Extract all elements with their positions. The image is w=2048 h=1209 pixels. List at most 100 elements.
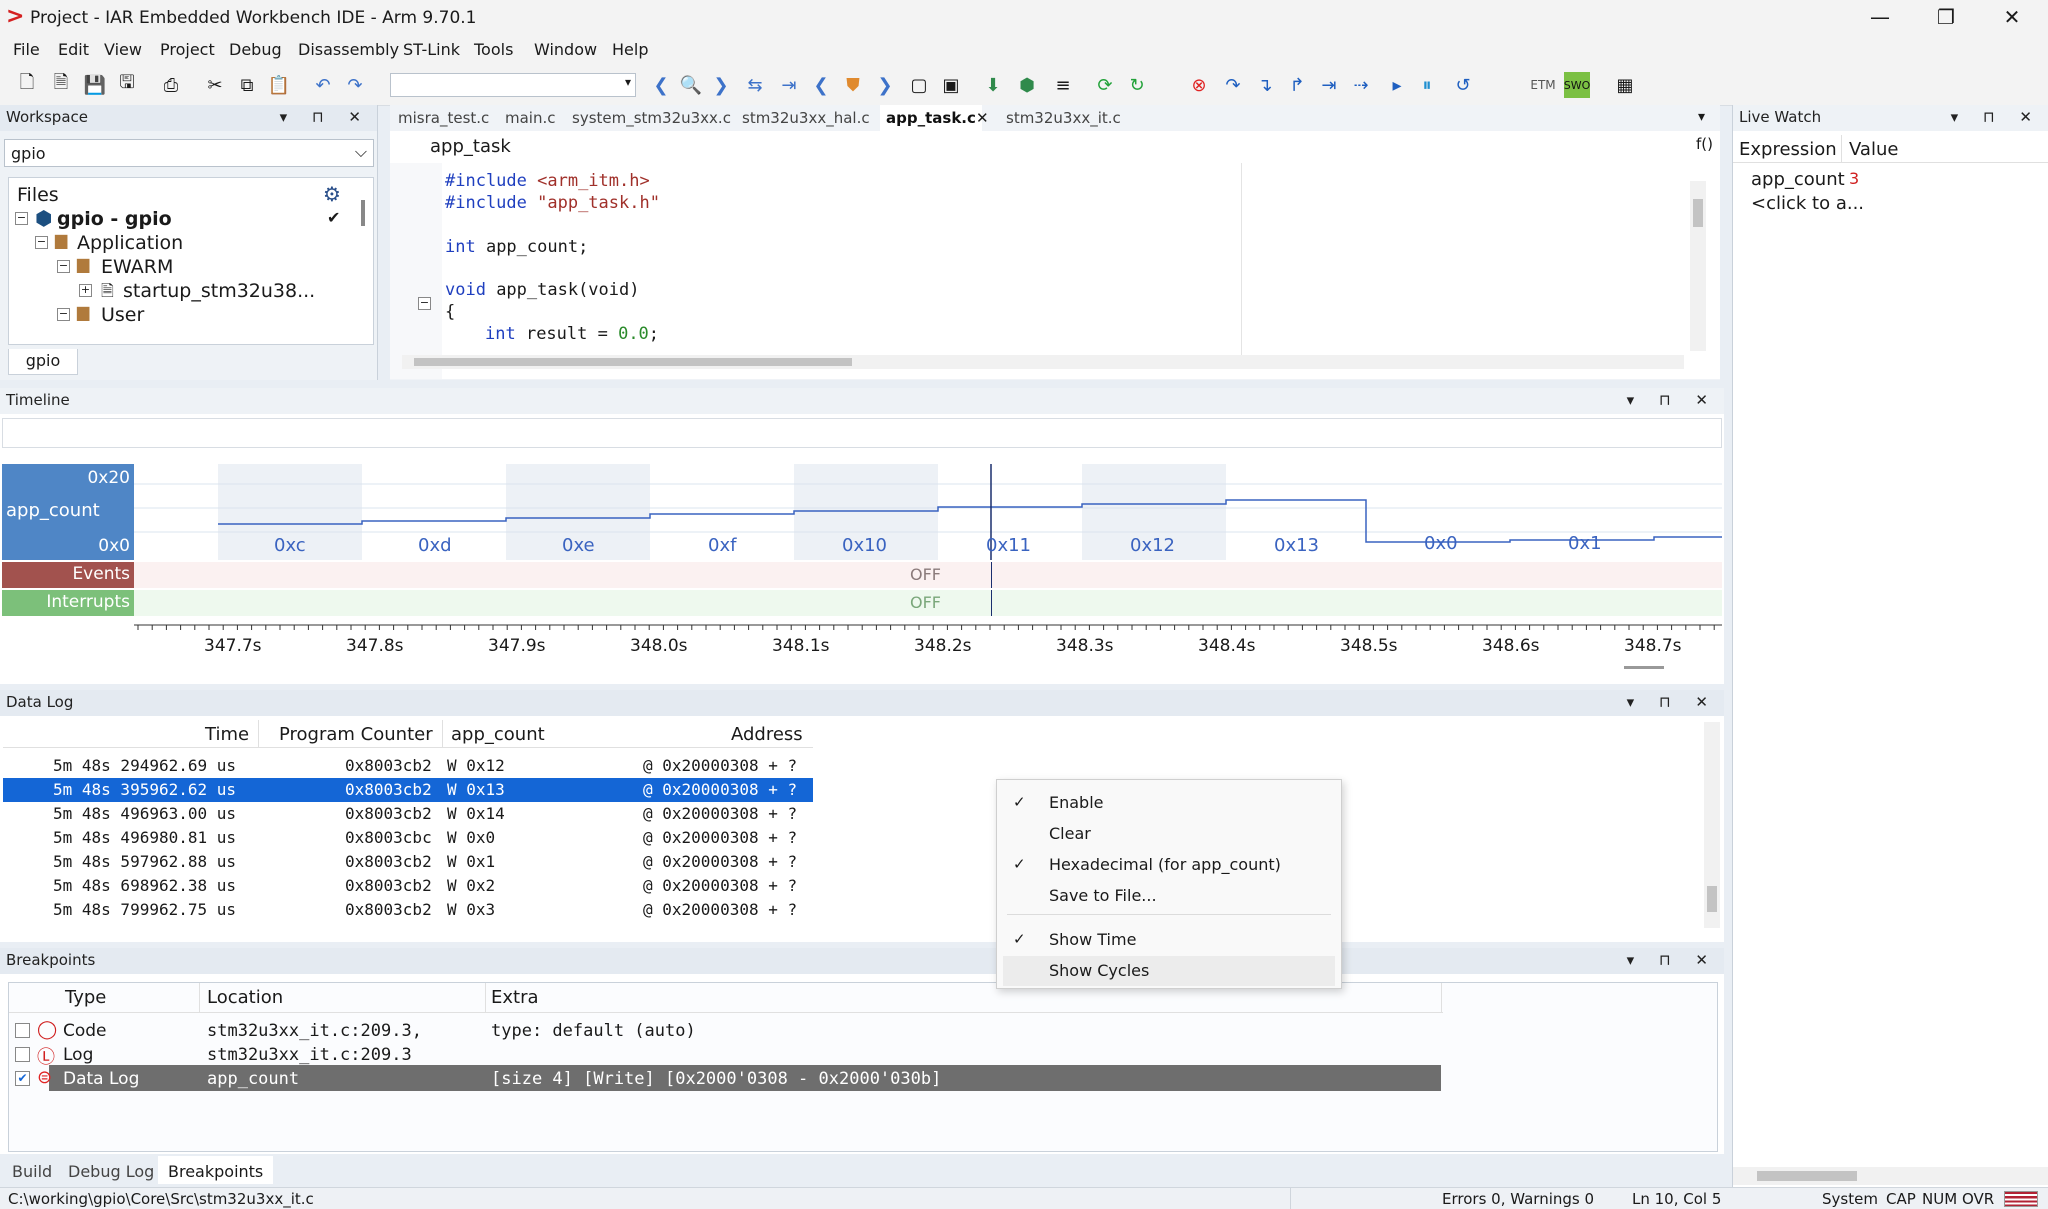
bookmark-icon[interactable]: ⛊ [840,72,866,98]
menu-item-show-cycles[interactable]: Show Cycles [1003,956,1335,986]
replace-icon[interactable]: ⇆ [742,72,768,98]
breakpoint-checkbox[interactable] [15,1047,30,1062]
watch-expr[interactable]: app_count [1751,169,1845,190]
menu-item-hexadecimal[interactable]: ✓ Hexadecimal (for app_count) [997,850,1341,880]
interrupts-lane[interactable]: OFF [134,590,1722,616]
tab-list-icon[interactable]: ▾ [1698,109,1705,125]
bp-type[interactable]: Code [63,1021,107,1045]
horizontal-scrollbar[interactable] [1733,1167,2048,1185]
menu-tools[interactable]: Tools [474,40,513,59]
data-log-row[interactable]: 5m 48s 597962.88 us 0x8003cb2 W 0x1 @ 0x200… [3,850,813,874]
horizontal-scrollbar[interactable] [402,355,1684,369]
copy-icon[interactable]: ⧉ [234,72,260,98]
make-icon[interactable]: ▣ [938,72,964,98]
download-debug-icon[interactable]: ⬢ [1014,72,1040,98]
list-icon[interactable]: ≡ [1050,72,1076,98]
instruction-step-icon[interactable]: ↺ [1450,72,1476,98]
prev-bookmark-icon[interactable]: ❮ [808,72,834,98]
paste-icon[interactable]: 📋 [266,72,292,98]
panel-controls-icon[interactable]: ▾ ⊓ ✕ [280,105,371,129]
stop-icon[interactable]: ⊗ [1186,72,1212,98]
compile-icon[interactable]: ▢ [906,72,932,98]
events-lane[interactable]: OFF [134,562,1722,588]
tab-gpio[interactable]: gpio [8,349,78,375]
reset-icon[interactable]: ⟳ [1092,72,1118,98]
tab-build[interactable]: Build [12,1162,52,1181]
panel-controls-icon[interactable]: ▾ ⊓ ✕ [1951,105,2042,129]
restart-icon[interactable]: ↻ [1124,72,1150,98]
step-over-icon[interactable]: ↷ [1220,72,1246,98]
step-into-icon[interactable]: ↴ [1252,72,1278,98]
menu-disassembly[interactable]: Disassembly [298,40,399,59]
signal-graph[interactable] [134,464,1722,560]
tab-stm32u3xx-hal[interactable]: stm32u3xx_hal.c [742,109,870,127]
menu-st-link[interactable]: ST-Link [403,40,460,59]
panel-controls-icon[interactable]: ▾ ⊓ ✕ [1627,388,1718,412]
breakpoint-checkbox[interactable] [15,1023,30,1038]
code-area[interactable]: − #include <arm_itm.h> #include "app_tas… [390,163,1720,379]
tree-item-user[interactable]: User [101,304,144,326]
menu-help[interactable]: Help [612,40,648,59]
print-icon[interactable]: ⎙ [158,72,184,98]
new-file-icon[interactable]: 🗋 [14,72,40,98]
tree-item-project[interactable]: gpio - gpio [57,208,172,230]
break-icon[interactable]: ⏸ [1414,72,1440,98]
redo-icon[interactable]: ↷ [342,72,368,98]
tab-app-task[interactable]: app_task.c [880,105,982,131]
col-location[interactable]: Location [207,987,283,1008]
new-document-icon[interactable]: 🗎 [48,72,74,98]
scroll-thumb[interactable] [414,358,852,366]
save-all-icon[interactable]: 🖫 [114,72,140,98]
collapse-icon[interactable]: − [57,260,70,273]
scroll-thumb[interactable] [1757,1171,1857,1181]
close-tab-icon[interactable]: ✕ [976,109,989,127]
col-extra[interactable]: Extra [491,987,539,1008]
col-expression[interactable]: Expression [1739,139,1837,160]
collapse-icon[interactable]: − [15,212,28,225]
data-log-row[interactable]: 5m 48s 294962.69 us 0x8003cb2 W 0x12 @ 0x20… [3,754,813,778]
tab-breakpoints[interactable]: Breakpoints [158,1156,274,1184]
watch-add-row[interactable]: <click to a... [1751,193,1864,214]
tab-misra-test[interactable]: misra_test.c [398,109,489,127]
tree-item-startup[interactable]: startup_stm32u38... [123,280,315,302]
menu-file[interactable]: File [13,40,40,59]
tab-system-stm32u3xx[interactable]: system_stm32u3xx.c [572,109,731,127]
timeline-scroll-thumb[interactable] [1624,666,1664,669]
col-address[interactable]: Address [731,724,803,745]
etm-icon[interactable]: ETM [1530,72,1556,98]
bp-type[interactable]: Data Log [63,1069,139,1093]
vertical-scrollbar[interactable] [1704,722,1720,928]
layout-icon[interactable]: ▦ [1612,72,1638,98]
tab-stm32u3xx-it[interactable]: stm32u3xx_it.c [1006,109,1121,127]
run-to-cursor-icon[interactable]: ⇢ [1348,72,1374,98]
cut-icon[interactable]: ✂ [202,72,228,98]
collapse-icon[interactable]: − [35,236,48,249]
panel-controls-icon[interactable]: ▾ ⊓ ✕ [1627,690,1718,714]
menu-item-clear[interactable]: Clear [997,819,1341,849]
menu-project[interactable]: Project [160,40,215,59]
undo-icon[interactable]: ↶ [310,72,336,98]
menu-item-save-to-file[interactable]: Save to File... [997,881,1341,911]
function-list-icon[interactable]: f() [1696,135,1713,153]
menu-edit[interactable]: Edit [58,40,89,59]
menu-debug[interactable]: Debug [229,40,282,59]
find-combo[interactable]: ▾ [390,73,636,97]
config-select[interactable]: gpio ⌵ [4,139,374,167]
tree-item-application[interactable]: Application [77,232,183,254]
data-log-row[interactable]: 5m 48s 698962.38 us 0x8003cb2 W 0x2 @ 0x200… [3,874,813,898]
expand-icon[interactable]: + [79,284,92,297]
vertical-scrollbar[interactable] [1690,181,1706,351]
scroll-thumb[interactable] [1693,199,1703,227]
find-icon[interactable]: 🔍 [678,72,704,98]
menu-item-show-time[interactable]: ✓ Show Time [997,925,1341,955]
data-log-row[interactable]: 5m 48s 496980.81 us 0x8003cbc W 0x0 @ 0x200… [3,826,813,850]
swo-icon[interactable]: SWO [1564,72,1590,98]
bp-location[interactable]: stm32u3xx_it.c:209.3, [207,1021,422,1045]
events-label-block[interactable]: Events [2,562,134,588]
forward-icon[interactable]: ❯ [708,72,734,98]
signal-label-block[interactable]: 0x20 app_count 0x0 [2,464,134,560]
download-icon[interactable]: ⬇ [980,72,1006,98]
save-icon[interactable]: 💾 [82,72,108,98]
menu-item-enable[interactable]: ✓ Enable [997,788,1341,818]
indent-icon[interactable]: ⇥ [776,72,802,98]
